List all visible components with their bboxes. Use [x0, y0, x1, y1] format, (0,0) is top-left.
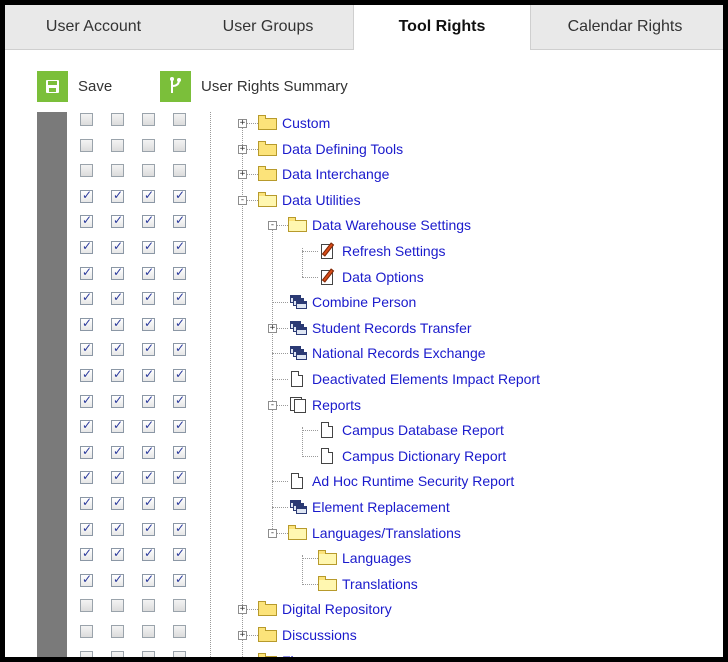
expand-icon[interactable]: + [238, 119, 247, 128]
tree-connector [302, 456, 318, 457]
tree-item[interactable]: Ad Hoc Runtime Security Report [288, 471, 514, 491]
document-stack-icon [288, 397, 308, 413]
tree-item[interactable]: Custom [258, 113, 330, 133]
folder-icon [258, 601, 278, 617]
tree-guide-level-2a [302, 248, 303, 277]
tree-connector [272, 302, 288, 303]
tree-item[interactable]: Discussions [258, 625, 357, 645]
tree-item-label[interactable]: Ad Hoc Runtime Security Report [312, 473, 514, 489]
folder-open-icon [318, 550, 338, 566]
tool-tree: + Custom + Data Defining Tools + Data Interch… [5, 5, 723, 657]
tree-item-label[interactable]: Combine Person [312, 294, 416, 310]
tree-item-label[interactable]: National Records Exchange [312, 345, 486, 361]
tree-item-label[interactable]: Finance [282, 653, 332, 657]
tree-item[interactable]: Refresh Settings [318, 241, 446, 261]
tree-item-label[interactable]: Discussions [282, 627, 357, 643]
tree-connector [272, 507, 288, 508]
expand-icon[interactable]: + [238, 631, 247, 640]
folder-open-icon [288, 525, 308, 541]
expand-icon[interactable]: + [268, 324, 277, 333]
tree-item-label[interactable]: Digital Repository [282, 601, 392, 617]
tree-guide-level-2c [302, 555, 303, 585]
tree-connector [272, 481, 288, 482]
tree-connector [272, 353, 288, 354]
tree-guide-level-2b [302, 427, 303, 457]
tree-item-label[interactable]: Data Options [342, 269, 424, 285]
folder-icon [258, 166, 278, 182]
folder-open-icon [288, 217, 308, 233]
tree-connector [302, 584, 318, 585]
edit-document-icon [318, 242, 338, 259]
tree-item[interactable]: Combine Person [288, 292, 416, 312]
tree-item[interactable]: Data Interchange [258, 164, 389, 184]
tree-item-label[interactable]: Data Utilities [282, 192, 361, 208]
tree-item[interactable]: Campus Database Report [318, 420, 504, 440]
tree-connector [272, 379, 288, 380]
tree-item[interactable]: Digital Repository [258, 599, 392, 619]
collapse-icon[interactable]: - [268, 529, 277, 538]
tree-item[interactable]: Data Utilities [258, 190, 361, 210]
tree-connector [302, 558, 318, 559]
document-icon [318, 422, 338, 438]
tool-rights-panel: User Account User Groups Tool Rights Cal… [5, 5, 723, 657]
tree-item-label[interactable]: Data Interchange [282, 166, 389, 182]
expand-icon[interactable]: + [238, 170, 247, 179]
tree-connector [302, 430, 318, 431]
tree-item-label[interactable]: Custom [282, 115, 330, 131]
tree-item-label[interactable]: Refresh Settings [342, 243, 446, 259]
tree-item[interactable]: Translations [318, 574, 418, 594]
edit-document-icon [318, 268, 338, 285]
collapse-icon[interactable]: - [268, 221, 277, 230]
tree-connector [302, 251, 318, 252]
tree-item[interactable]: Element Replacement [288, 497, 450, 517]
folder-icon [258, 115, 278, 131]
tree-item[interactable]: National Records Exchange [288, 343, 486, 363]
expand-icon[interactable]: + [238, 605, 247, 614]
tree-item-label[interactable]: Data Warehouse Settings [312, 217, 471, 233]
multi-window-icon [288, 320, 308, 336]
tree-item[interactable]: Data Warehouse Settings [288, 215, 471, 235]
tree-item-label[interactable]: Data Defining Tools [282, 141, 403, 157]
tree-item-label[interactable]: Element Replacement [312, 499, 450, 515]
tree-item-label[interactable]: Languages [342, 550, 411, 566]
multi-window-icon [288, 294, 308, 310]
tree-item-label[interactable]: Languages/Translations [312, 525, 461, 541]
folder-open-icon [258, 192, 278, 208]
tree-connector [302, 277, 318, 278]
tree-item-label[interactable]: Student Records Transfer [312, 320, 472, 336]
collapse-icon[interactable]: - [268, 401, 277, 410]
tree-item[interactable]: Deactivated Elements Impact Report [288, 369, 540, 389]
folder-icon [258, 141, 278, 157]
tree-item[interactable]: Reports [288, 395, 361, 415]
multi-window-icon [288, 499, 308, 515]
tree-item-label[interactable]: Campus Dictionary Report [342, 448, 506, 464]
folder-icon [258, 627, 278, 643]
tree-item-label[interactable]: Translations [342, 576, 418, 592]
tree-item-label[interactable]: Reports [312, 397, 361, 413]
folder-icon [258, 653, 278, 657]
document-icon [318, 448, 338, 464]
tree-item[interactable]: Finance [258, 651, 332, 657]
collapse-icon[interactable]: - [238, 196, 247, 205]
tree-item-label[interactable]: Deactivated Elements Impact Report [312, 371, 540, 387]
document-icon [288, 473, 308, 489]
tree-item[interactable]: Data Defining Tools [258, 139, 403, 159]
document-icon [288, 371, 308, 387]
tree-item[interactable]: Student Records Transfer [288, 318, 472, 338]
tree-item-label[interactable]: Campus Database Report [342, 422, 504, 438]
expand-icon[interactable]: + [238, 145, 247, 154]
multi-window-icon [288, 345, 308, 361]
tree-item[interactable]: Data Options [318, 267, 424, 287]
tree-item[interactable]: Languages [318, 548, 411, 568]
tree-item[interactable]: Campus Dictionary Report [318, 446, 506, 466]
folder-open-icon [318, 576, 338, 592]
tree-item[interactable]: Languages/Translations [288, 523, 461, 543]
